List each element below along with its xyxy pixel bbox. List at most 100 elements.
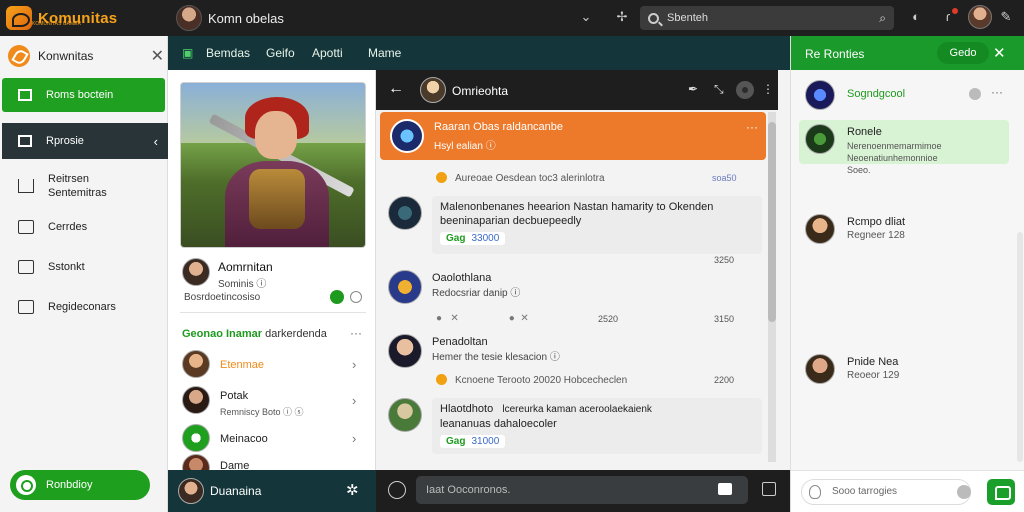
chevron-right-icon[interactable]: › — [352, 357, 356, 372]
expand-icon[interactable]: ⤡ — [714, 82, 724, 97]
top-bar: Komunitas KOMUNITAS GAMER Komn obelas ⌄ … — [0, 0, 1024, 36]
sidebar-item-label: Regideconars — [48, 301, 116, 313]
system-message: Kcnoene Terooto 20020 Hobcecheclen — [436, 374, 627, 386]
edit-icon[interactable]: ✎ — [998, 9, 1014, 25]
sidebar-item-active[interactable]: Roms boctein — [2, 78, 165, 112]
message-author: Hlaotdhoto — [440, 403, 494, 415]
right-panel-footer: Sooo tarrogies — [791, 470, 1024, 512]
info-icon[interactable] — [350, 291, 362, 303]
search-bar[interactable]: Sbenteh ⌕ — [640, 6, 894, 30]
sidebar-item-label: Cerrdes — [48, 221, 88, 233]
right-panel-input[interactable]: Sooo tarrogies — [801, 479, 971, 505]
sidebar-item-4[interactable]: Regideconars — [18, 300, 116, 314]
tab-bemdas[interactable]: Bemdas — [206, 46, 250, 60]
friend-avatar — [182, 424, 210, 452]
reaction-chip[interactable]: Gag 31000 — [440, 435, 506, 448]
close-icon[interactable]: ✕ — [151, 46, 164, 66]
back-arrow-icon[interactable]: ← — [388, 80, 404, 98]
pinned-message[interactable]: Raaran Obas raldancanbe Hsyl ealian ⓘ ··… — [380, 112, 766, 160]
chevron-left-icon[interactable]: ‹ — [154, 134, 158, 149]
friend-avatar — [182, 350, 210, 378]
friend-item[interactable]: Etenmae › — [182, 350, 366, 382]
sidebar-cta-button[interactable]: Ronbdioy — [10, 470, 150, 500]
chevron-down-icon[interactable]: ⌄ — [578, 9, 594, 25]
send-icon[interactable] — [762, 482, 776, 496]
right-item-name: Pnide Nea — [847, 356, 899, 368]
reaction-label: Gag — [446, 436, 466, 447]
reaction-chip[interactable]: Gag 33000 — [440, 232, 506, 245]
friend-status: Remniscy Boto ⓘ ⓢ — [220, 407, 304, 417]
chat-scrollbar[interactable] — [768, 112, 776, 462]
friend-item[interactable]: Meinacoo › — [182, 424, 366, 456]
chat-bubble-icon[interactable]: ◐ — [908, 9, 924, 24]
sidebar-header: Konwnitas ✕ — [8, 44, 164, 68]
sidebar-section-header[interactable]: Rprosie ‹ — [2, 123, 168, 159]
close-icon[interactable]: ✕ — [993, 44, 1006, 62]
sidebar-item-2[interactable]: Cerrdes — [18, 220, 87, 234]
sidebar-item-label: Reitrsen Sentemitras — [48, 173, 107, 199]
scrollbar-thumb[interactable] — [768, 122, 776, 322]
profile-avatar[interactable] — [182, 258, 210, 286]
alert-icon — [18, 179, 34, 193]
pin-icon[interactable]: ✢ — [614, 9, 630, 25]
record-button[interactable] — [736, 81, 754, 99]
contact-avatar[interactable] — [420, 77, 446, 103]
right-item-avatar — [805, 354, 835, 384]
more-vertical-icon[interactable]: ⋮ — [762, 82, 774, 96]
footer-name: Duanaina — [210, 484, 262, 498]
system-message: Aureoae Oesdean toc3 alerinlotra — [436, 172, 605, 184]
hero-head — [255, 111, 297, 159]
message-avatar — [388, 196, 422, 230]
profile-handle: Bosrdoetincosiso — [184, 292, 261, 303]
tab-apotti[interactable]: Apotti — [312, 46, 343, 60]
tab-icon[interactable]: ▣ — [182, 46, 193, 60]
emoji-icon[interactable] — [388, 481, 406, 499]
sidebar-item-1[interactable]: Reitrsen Sentemitras — [18, 172, 107, 200]
current-user-name: Komn obelas — [208, 11, 284, 26]
sidebar-item-label: Roms boctein — [46, 89, 114, 101]
attachment-icon[interactable] — [718, 483, 732, 495]
tab-bar: ▣ Bemdas Geifo Apotti Mame — [168, 36, 790, 70]
done-button[interactable]: Gedo — [937, 42, 989, 64]
friends-title-highlight: Geonao Inamar — [182, 328, 263, 340]
message-time: 3250 — [714, 255, 735, 265]
pinned-subtitle: Hsyl ealian ⓘ — [434, 141, 496, 152]
friend-item[interactable]: Potak Remniscy Boto ⓘ ⓢ › — [182, 386, 366, 418]
info-icon[interactable] — [969, 88, 981, 100]
system-message-time: soa50 — [712, 173, 737, 183]
right-item-avatar — [805, 124, 835, 154]
pinned-avatar — [390, 119, 424, 153]
tab-geifo[interactable]: Geifo — [266, 46, 295, 60]
search-submit-icon[interactable]: ⌕ — [879, 11, 886, 26]
chevron-right-icon[interactable]: › — [352, 431, 356, 446]
tab-mame[interactable]: Mame — [368, 46, 401, 60]
right-panel-scrollbar[interactable] — [1017, 232, 1023, 462]
send-button[interactable] — [987, 479, 1015, 505]
gear-icon[interactable]: ✲ — [346, 481, 359, 499]
more-icon[interactable]: ··· — [350, 326, 362, 340]
sidebar-item-3[interactable]: Sstonkt — [18, 260, 85, 274]
compass-icon — [16, 475, 36, 495]
reaction-count: 33000 — [471, 233, 500, 244]
more-icon[interactable]: ··· — [746, 120, 758, 134]
footer-avatar[interactable] — [178, 478, 204, 504]
sidebar-title: Konwnitas — [38, 49, 94, 63]
pinned-title: Raaran Obas raldancanbe — [434, 121, 564, 133]
coin-icon — [436, 172, 447, 183]
friend-avatar — [182, 386, 210, 414]
current-user-avatar[interactable] — [176, 5, 202, 31]
chevron-right-icon[interactable]: › — [352, 393, 356, 408]
clear-icon[interactable] — [957, 485, 971, 499]
right-item-name: Ronele — [847, 126, 882, 138]
message-input[interactable]: Iaat Ooconronos. — [416, 476, 748, 504]
left-sidebar: Konwnitas ✕ Roms boctein Rprosie ‹ Reitr… — [0, 36, 168, 512]
hero-armor — [249, 169, 305, 229]
search-input[interactable]: Sbenteh — [667, 12, 879, 24]
more-icon[interactable]: ··· — [991, 85, 1003, 99]
calendar-icon — [18, 135, 32, 147]
message-author: Oaolothlana — [432, 272, 492, 284]
profile-avatar[interactable] — [968, 5, 992, 29]
microphone-icon[interactable] — [809, 485, 821, 499]
message-extra: lcereurka kaman aceroolaekaienk — [502, 404, 652, 415]
pen-icon[interactable]: ✒ — [688, 82, 698, 96]
